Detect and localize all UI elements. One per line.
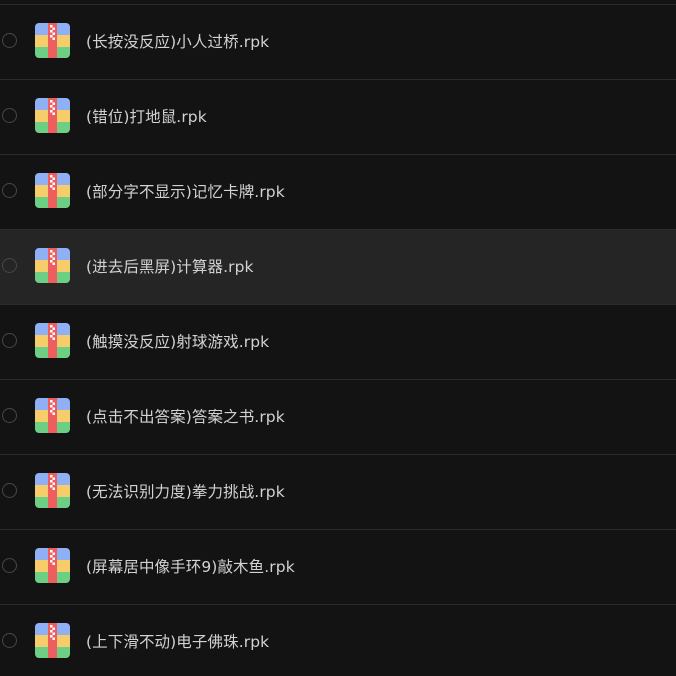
file-row[interactable]: (进去后黑屏)计算器.rpk (0, 230, 676, 305)
file-name: (进去后黑屏)计算器.rpk (86, 258, 254, 276)
select-radio[interactable] (2, 408, 17, 423)
file-list: (长按没反应)小人过桥.rpk (错位)打地鼠.rpk (部分字不显示)记忆卡牌… (0, 0, 676, 676)
file-row[interactable]: (上下滑不动)电子佛珠.rpk (0, 605, 676, 676)
select-radio[interactable] (2, 558, 17, 573)
file-name: (部分字不显示)记忆卡牌.rpk (86, 183, 285, 201)
file-row[interactable]: (错位)打地鼠.rpk (0, 80, 676, 155)
archive-icon (35, 173, 70, 208)
file-row[interactable]: (无法识别力度)拳力挑战.rpk (0, 455, 676, 530)
file-name: (点击不出答案)答案之书.rpk (86, 408, 285, 426)
select-radio[interactable] (2, 333, 17, 348)
file-rows: (长按没反应)小人过桥.rpk (错位)打地鼠.rpk (部分字不显示)记忆卡牌… (0, 5, 676, 676)
file-row[interactable]: (长按没反应)小人过桥.rpk (0, 5, 676, 80)
archive-icon (35, 323, 70, 358)
select-radio[interactable] (2, 483, 17, 498)
file-row[interactable]: (触摸没反应)射球游戏.rpk (0, 305, 676, 380)
archive-icon (35, 473, 70, 508)
archive-icon (35, 23, 70, 58)
file-name: (错位)打地鼠.rpk (86, 108, 207, 126)
file-name: (无法识别力度)拳力挑战.rpk (86, 483, 285, 501)
select-radio[interactable] (2, 258, 17, 273)
select-radio[interactable] (2, 633, 17, 648)
archive-icon (35, 623, 70, 658)
archive-icon (35, 248, 70, 283)
select-radio[interactable] (2, 108, 17, 123)
file-name: (长按没反应)小人过桥.rpk (86, 33, 270, 51)
select-radio[interactable] (2, 183, 17, 198)
archive-icon (35, 398, 70, 433)
file-row[interactable]: (点击不出答案)答案之书.rpk (0, 380, 676, 455)
file-name: (屏幕居中像手环9)敲木鱼.rpk (86, 558, 295, 576)
archive-icon (35, 548, 70, 583)
file-row[interactable]: (部分字不显示)记忆卡牌.rpk (0, 155, 676, 230)
file-name: (触摸没反应)射球游戏.rpk (86, 333, 270, 351)
file-name: (上下滑不动)电子佛珠.rpk (86, 633, 270, 651)
archive-icon (35, 98, 70, 133)
file-row[interactable]: (屏幕居中像手环9)敲木鱼.rpk (0, 530, 676, 605)
select-radio[interactable] (2, 33, 17, 48)
